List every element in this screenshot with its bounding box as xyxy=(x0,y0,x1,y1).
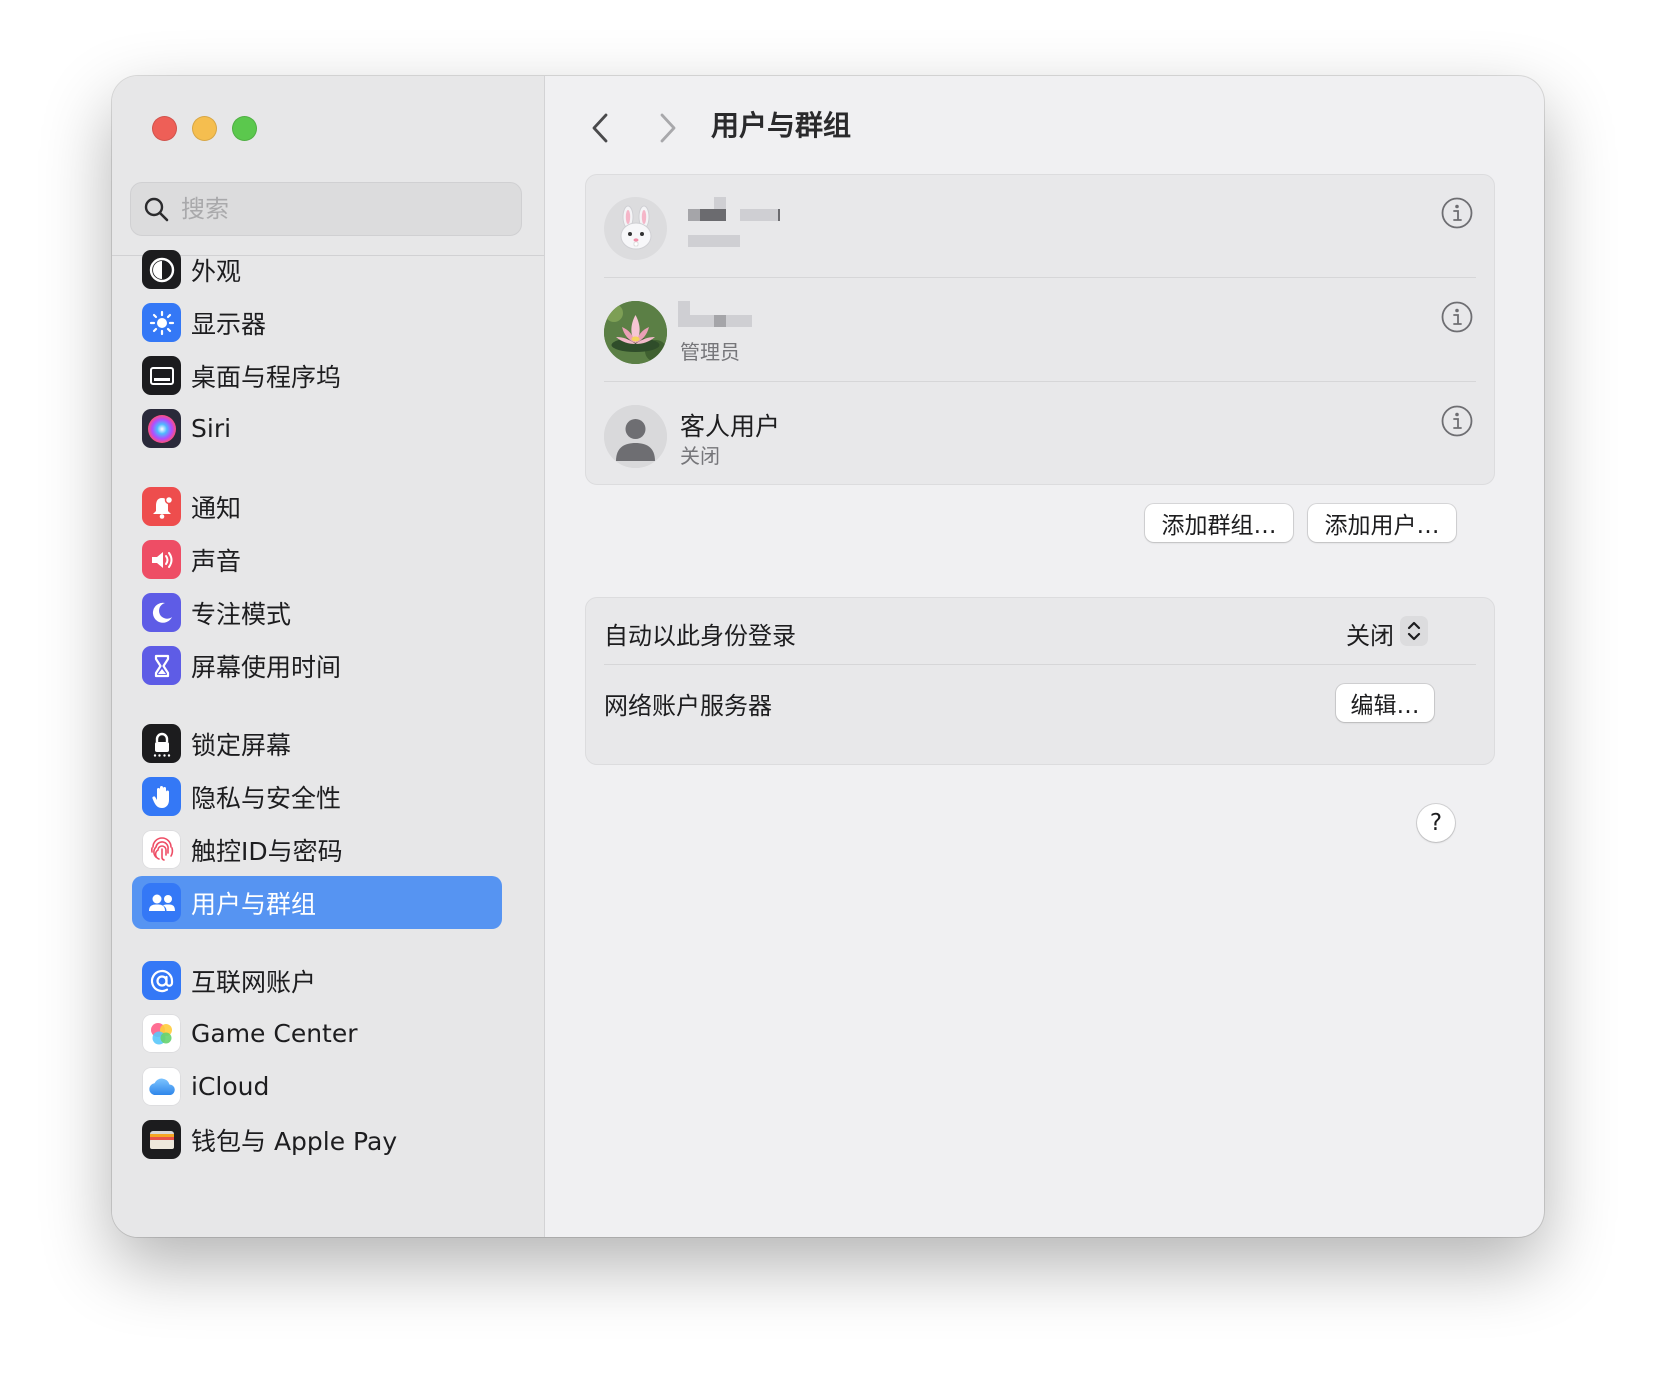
sidebar-item-label: 通知 xyxy=(191,493,242,523)
moon-icon xyxy=(142,593,181,632)
desktop-dock-icon xyxy=(142,356,181,395)
sidebar-item-wallet[interactable]: 钱包与 Apple Pay xyxy=(132,1113,502,1166)
appearance-icon xyxy=(142,250,181,289)
sidebar-item-label: 钱包与 Apple Pay xyxy=(191,1126,398,1156)
sidebar-item-label: 专注模式 xyxy=(191,599,292,629)
user-row[interactable]: 客人用户 关闭 xyxy=(586,383,1494,487)
user-info-button[interactable] xyxy=(1440,404,1474,438)
hourglass-icon xyxy=(142,646,181,685)
search-field[interactable] xyxy=(130,182,522,236)
info-icon xyxy=(1441,301,1473,333)
sidebar-item-label: 锁定屏幕 xyxy=(191,730,292,760)
sidebar-item-label: 用户与群组 xyxy=(191,889,317,919)
sidebar: 外观 显示器 桌面与程序坞 Siri xyxy=(112,76,545,1237)
back-button[interactable] xyxy=(585,108,615,148)
sidebar-item-label: 桌面与程序坞 xyxy=(191,362,342,392)
notification-bell-icon xyxy=(142,487,181,526)
window-controls xyxy=(152,116,257,141)
user-row[interactable]: 管理员 xyxy=(586,279,1494,383)
search-icon xyxy=(144,197,169,222)
speaker-icon xyxy=(142,540,181,579)
bunny-avatar-icon xyxy=(604,197,667,260)
fingerprint-icon xyxy=(142,830,181,869)
main-content: 用户与群组 管理员 客人用户 关闭 添加群组… 添加用户… 自动以此身份登录 关… xyxy=(545,76,1544,1237)
sidebar-item-focus[interactable]: 专注模式 xyxy=(132,586,502,639)
info-icon xyxy=(1441,197,1473,229)
help-button[interactable]: ? xyxy=(1417,804,1455,842)
users-icon xyxy=(142,883,181,922)
sidebar-item-notifications[interactable]: 通知 xyxy=(132,480,502,533)
minimize-window-button[interactable] xyxy=(192,116,217,141)
sidebar-item-label: 声音 xyxy=(191,546,242,576)
page-title: 用户与群组 xyxy=(711,109,852,142)
sidebar-item-label: iCloud xyxy=(191,1072,270,1101)
icloud-icon xyxy=(142,1067,181,1106)
close-window-button[interactable] xyxy=(152,116,177,141)
sidebar-item-label: 触控ID与密码 xyxy=(191,836,343,866)
row-divider xyxy=(604,277,1476,278)
user-role: 管理员 xyxy=(680,340,740,364)
display-brightness-icon xyxy=(142,303,181,342)
sidebar-item-label: 隐私与安全性 xyxy=(191,783,342,813)
forward-button[interactable] xyxy=(653,108,683,148)
sidebar-item-label: 显示器 xyxy=(191,309,267,339)
sidebar-item-game-center[interactable]: Game Center xyxy=(132,1007,502,1060)
auto-login-value[interactable]: 关闭 xyxy=(1346,616,1394,651)
sidebar-item-displays[interactable]: 显示器 xyxy=(132,296,502,349)
login-options-panel: 自动以此身份登录 关闭 网络账户服务器 编辑… xyxy=(585,597,1495,765)
sidebar-item-label: 互联网账户 xyxy=(191,967,317,997)
sidebar-item-screen-time[interactable]: 屏幕使用时间 xyxy=(132,639,502,692)
person-silhouette-icon xyxy=(604,405,667,468)
network-server-label: 网络账户服务器 xyxy=(604,692,772,720)
lotus-avatar-icon xyxy=(604,301,667,364)
zoom-window-button[interactable] xyxy=(232,116,257,141)
sidebar-item-appearance[interactable]: 外观 xyxy=(132,243,502,296)
edit-button[interactable]: 编辑… xyxy=(1336,684,1434,722)
hand-icon xyxy=(142,777,181,816)
sidebar-item-label: 外观 xyxy=(191,256,242,286)
info-icon xyxy=(1441,405,1473,437)
chevron-up-down-icon xyxy=(1407,621,1421,641)
row-divider xyxy=(604,381,1476,382)
user-info-button[interactable] xyxy=(1440,300,1474,334)
sidebar-item-users-groups[interactable]: 用户与群组 xyxy=(132,876,502,929)
add-user-button[interactable]: 添加用户… xyxy=(1308,504,1456,542)
user-name: 客人用户 xyxy=(680,412,781,441)
sidebar-item-lock-screen[interactable]: 锁定屏幕 xyxy=(132,717,502,770)
lock-icon xyxy=(142,724,181,763)
wallet-icon xyxy=(142,1120,181,1159)
siri-icon xyxy=(142,409,181,448)
user-role: 关闭 xyxy=(680,444,720,468)
sidebar-item-label: Siri xyxy=(191,414,232,443)
sidebar-item-label: Game Center xyxy=(191,1019,358,1048)
sidebar-item-sound[interactable]: 声音 xyxy=(132,533,502,586)
game-center-icon xyxy=(142,1014,181,1053)
chevron-left-icon xyxy=(592,113,608,143)
user-info-button[interactable] xyxy=(1440,196,1474,230)
user-row[interactable] xyxy=(586,175,1494,279)
add-group-button[interactable]: 添加群组… xyxy=(1145,504,1293,542)
users-panel: 管理员 客人用户 关闭 xyxy=(585,174,1495,485)
auto-login-stepper[interactable] xyxy=(1400,616,1428,646)
at-sign-icon xyxy=(142,961,181,1000)
sidebar-item-privacy[interactable]: 隐私与安全性 xyxy=(132,770,502,823)
sidebar-item-touch-id[interactable]: 触控ID与密码 xyxy=(132,823,502,876)
row-divider xyxy=(604,664,1476,665)
sidebar-item-icloud[interactable]: iCloud xyxy=(132,1060,502,1113)
sidebar-item-siri[interactable]: Siri xyxy=(132,402,502,455)
auto-login-label: 自动以此身份登录 xyxy=(604,622,796,650)
sidebar-item-desktop-dock[interactable]: 桌面与程序坞 xyxy=(132,349,502,402)
sidebar-item-label: 屏幕使用时间 xyxy=(191,652,342,682)
sidebar-item-internet-accounts[interactable]: 互联网账户 xyxy=(132,954,502,1007)
settings-window: 外观 显示器 桌面与程序坞 Siri xyxy=(112,76,1544,1237)
search-input[interactable] xyxy=(179,194,503,224)
chevron-right-icon xyxy=(660,113,676,143)
